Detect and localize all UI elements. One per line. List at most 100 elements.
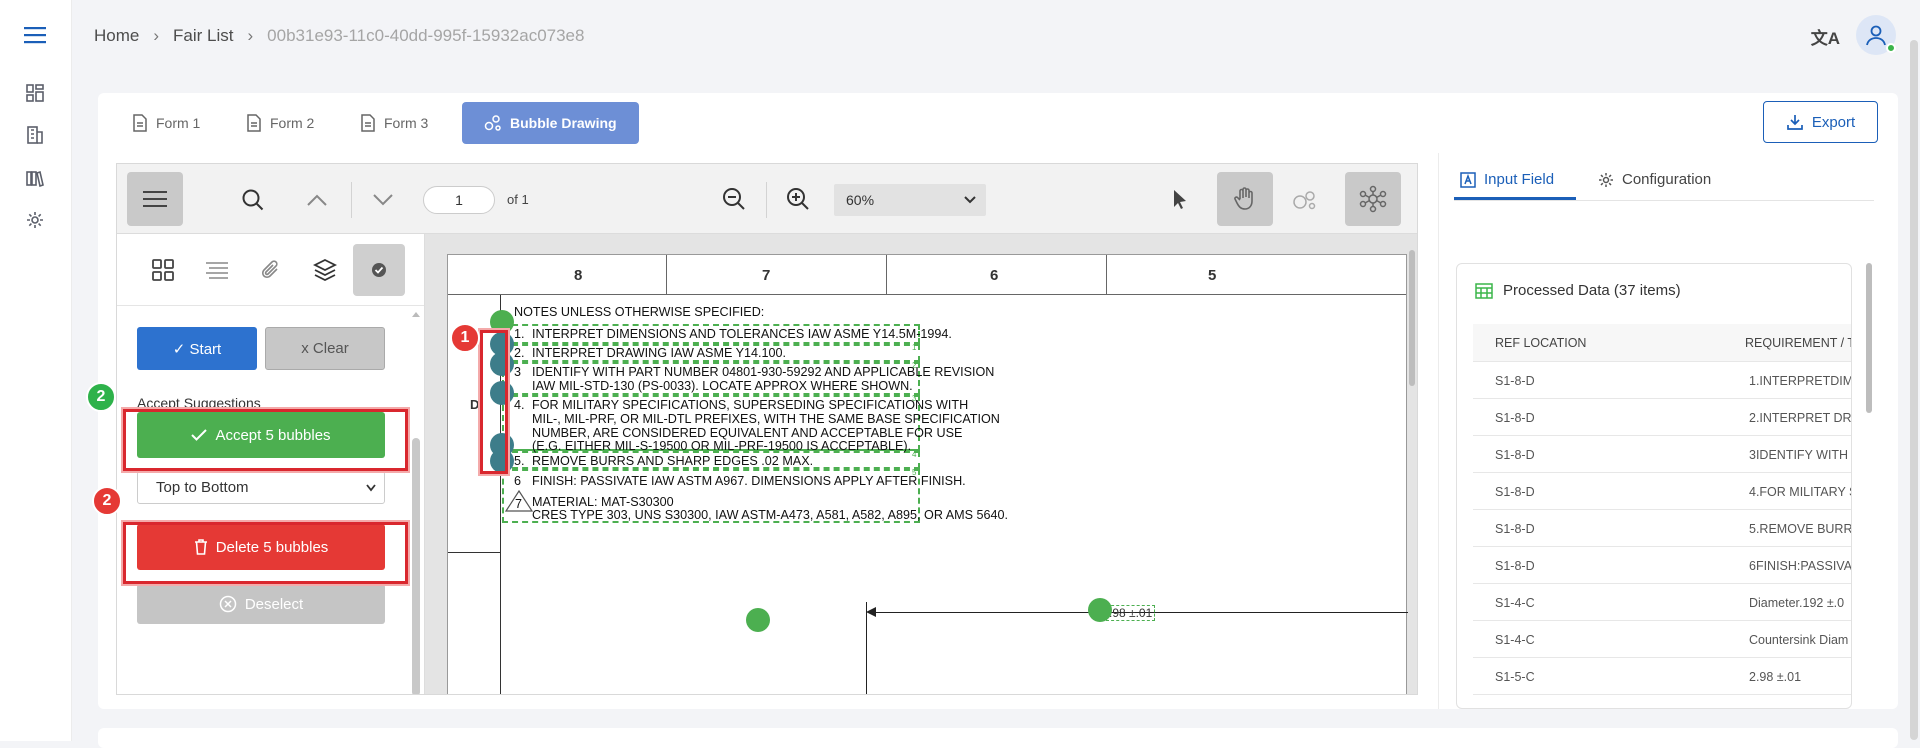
online-status-dot — [1886, 43, 1896, 53]
table-row[interactable]: S1-8-D 6FINISH:PASSIVAT — [1473, 546, 1852, 583]
arrow-head — [866, 607, 876, 617]
table-row[interactable]: S1-8-D 4.FOR MILITARY S — [1473, 472, 1851, 509]
table-row[interactable]: S1-4-C NEARSIDE AND F — [1473, 694, 1851, 708]
ref-location-cell: S1-8-D — [1495, 522, 1535, 536]
column-label: 7 — [762, 267, 771, 284]
breadcrumb-fair-list[interactable]: Fair List — [173, 26, 233, 46]
menu-icon[interactable] — [23, 23, 47, 47]
cursor-icon[interactable] — [1169, 188, 1191, 210]
chevron-right-icon: › — [153, 26, 160, 45]
note-number: 7 — [515, 497, 523, 511]
settings-icon[interactable] — [23, 208, 47, 232]
bubbles-icon — [484, 115, 501, 131]
form-tabs: Form 1 Form 2 Form 3 Bubble Drawing Expo… — [98, 93, 1898, 153]
tab-label: Form 1 — [156, 115, 201, 131]
scrollbar-thumb[interactable] — [412, 438, 420, 694]
requirement-cell: 6FINISH:PASSIVAT — [1749, 559, 1852, 573]
tab-form-3[interactable]: Form 3 — [360, 102, 428, 144]
attachments-tab[interactable] — [245, 244, 297, 296]
table-row[interactable]: S1-8-D 3IDENTIFY WITH — [1473, 435, 1851, 472]
note-text: FINISH: PASSIVATE IAW ASTM A967. DIMENSI… — [532, 474, 966, 488]
ref-location-cell: S1-4-C — [1495, 633, 1535, 647]
search-icon[interactable] — [239, 186, 267, 214]
suggested-bubble[interactable] — [746, 608, 770, 632]
deselect-button[interactable]: Deselect — [137, 584, 385, 624]
processed-data-title: Processed Data (37 items) — [1475, 282, 1681, 299]
step-badge-2-delete: 2 — [92, 486, 122, 516]
layers-tab[interactable] — [299, 244, 351, 296]
export-button[interactable]: Export — [1763, 101, 1878, 143]
right-scrollbar-thumb[interactable] — [1866, 263, 1872, 413]
drawing-scrollbar-thumb[interactable] — [1409, 250, 1415, 386]
page-number-input[interactable]: 1 — [423, 186, 495, 214]
requirement-cell: 5.REMOVE BURRS — [1749, 522, 1852, 536]
toolbar-divider — [351, 182, 352, 218]
chevron-right-icon: › — [247, 26, 254, 45]
suggested-bubble[interactable] — [1088, 598, 1112, 622]
grid-icon — [152, 259, 174, 281]
note-number: 1. — [514, 327, 525, 341]
table-row[interactable]: S1-8-D 5.REMOVE BURRS — [1473, 509, 1852, 546]
tab-bubble-drawing[interactable]: Bubble Drawing — [462, 102, 639, 144]
document-icon — [133, 114, 147, 132]
dashboard-icon[interactable] — [23, 81, 47, 105]
note-text: FOR MILITARY SPECIFICATIONS, SUPERSEDING… — [532, 398, 969, 412]
note-text: IDENTIFY WITH PART NUMBER 04801-930-5929… — [532, 365, 995, 379]
table-row[interactable]: S1-5-C 2.98 ±.01 — [1473, 657, 1851, 694]
requirement-cell: 2.INTERPRET DRA — [1749, 411, 1852, 425]
note-number: 5. — [514, 454, 525, 468]
table-row[interactable]: S1-4-C Countersink Diam — [1473, 620, 1851, 657]
zoom-select[interactable]: 60% — [834, 184, 986, 216]
start-button[interactable]: ✓ Start — [137, 327, 257, 370]
user-icon — [1866, 25, 1886, 46]
thumbnails-tab[interactable] — [137, 244, 189, 296]
zoom-in-icon[interactable] — [785, 186, 811, 212]
main-card: Form 1 Form 2 Form 3 Bubble Drawing Expo… — [86, 93, 1898, 709]
auto-bubble-button[interactable] — [1345, 172, 1401, 226]
bubble-tool-icon[interactable] — [1291, 186, 1319, 214]
clear-button[interactable]: x Clear — [265, 327, 385, 370]
tab-form-2[interactable]: Form 2 — [246, 102, 314, 144]
tab-configuration[interactable]: Configuration — [1598, 171, 1711, 188]
tab-input-field[interactable]: Input Field — [1460, 171, 1554, 188]
tab-form-1[interactable]: Form 1 — [132, 102, 200, 144]
requirement-cell: 2.98 ±.01 — [1749, 670, 1802, 684]
table-row[interactable]: S1-8-D 2.INTERPRET DRA — [1473, 398, 1852, 435]
chevron-down-icon[interactable] — [371, 188, 395, 212]
ref-location-cell: S1-8-D — [1495, 485, 1535, 499]
avatar[interactable] — [1856, 15, 1896, 55]
document-icon — [247, 114, 261, 132]
check-circle-icon — [372, 263, 386, 277]
panel-scrollbar[interactable] — [411, 310, 421, 694]
table-row[interactable]: S1-8-D 1.INTERPRETDIM — [1473, 361, 1852, 398]
library-icon[interactable] — [23, 166, 47, 190]
outline-tab[interactable] — [191, 244, 243, 296]
translate-icon[interactable]: 文A — [1811, 24, 1840, 49]
table-row[interactable]: S1-4-C Diameter.192 ±.0 — [1473, 583, 1851, 620]
box-number: 1 — [912, 343, 917, 352]
column-label: 6 — [990, 267, 999, 284]
chevron-up-icon[interactable] — [305, 188, 329, 212]
processed-data-table: REF LOCATION REQUIREMENT / T S1-8-D 1.INT… — [1473, 324, 1852, 708]
note-number: 4. — [514, 398, 525, 412]
box-number: 4 — [912, 450, 917, 459]
zoom-out-icon[interactable] — [721, 186, 747, 212]
card-title: Processed Data (37 items) — [1503, 282, 1681, 299]
side-nav — [0, 0, 72, 741]
viewer-toolbar: 1 of 1 60% — [117, 164, 1417, 234]
bubble-tab[interactable] — [353, 244, 405, 296]
note-number: 3 — [514, 365, 522, 379]
drawing-canvas[interactable]: 8 7 6 5 D NOTES UNLESS OTHERWISE SPECIFI… — [425, 234, 1417, 694]
building-icon[interactable] — [23, 123, 47, 147]
order-select[interactable]: Top to Bottom — [137, 471, 385, 504]
breadcrumb-home[interactable]: Home — [94, 26, 139, 46]
page-scrollbar-thumb[interactable] — [1910, 40, 1918, 740]
dimension-text[interactable]: .98 ±.01 — [1106, 605, 1156, 621]
ref-location-cell: S1-8-D — [1495, 374, 1535, 388]
zone-label: D — [470, 397, 480, 412]
hand-tool-button[interactable] — [1217, 172, 1273, 226]
ref-location-cell: S1-8-D — [1495, 448, 1535, 462]
requirement-cell: 1.INTERPRETDIM — [1749, 374, 1852, 388]
breadcrumb: Home › Fair List › 00b31e93-11c0-40dd-99… — [72, 0, 1920, 72]
sidebar-toggle-button[interactable] — [127, 172, 183, 226]
